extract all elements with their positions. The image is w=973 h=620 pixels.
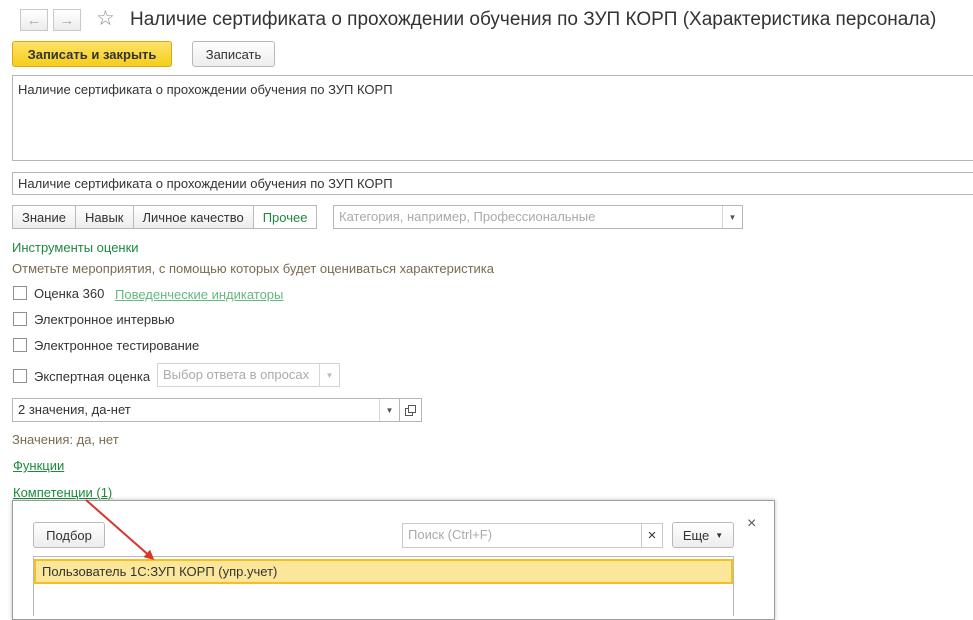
annotation-arrow [85,499,155,560]
